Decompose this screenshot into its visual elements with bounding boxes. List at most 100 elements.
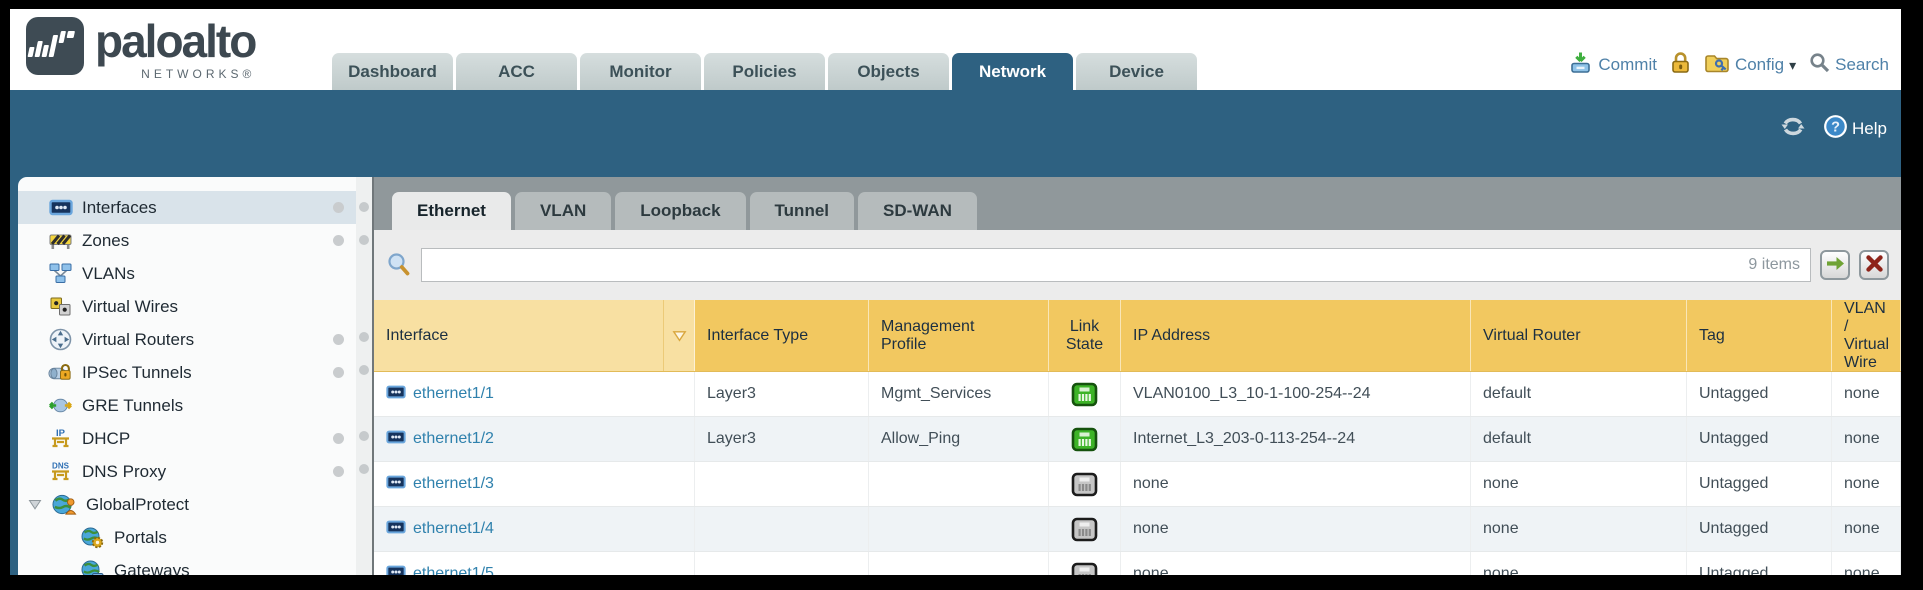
subtab-ethernet[interactable]: Ethernet — [392, 192, 511, 230]
subtab-tunnel[interactable]: Tunnel — [750, 192, 854, 230]
content-area: InterfacesZonesVLANsVirtual WiresVirtual… — [10, 177, 1901, 575]
status-dot — [333, 433, 344, 444]
splitter-grip-dot — [359, 365, 369, 375]
tab-acc[interactable]: ACC — [456, 53, 577, 90]
cell-tag: Untagged — [1687, 462, 1832, 506]
column-header-virtual-router[interactable]: Virtual Router — [1471, 300, 1687, 371]
banner-actions: ? Help — [1779, 114, 1887, 144]
status-dot — [333, 367, 344, 378]
column-header-link-state[interactable]: Link State — [1049, 300, 1121, 371]
subtab-sd-wan[interactable]: SD-WAN — [858, 192, 977, 230]
help-icon: ? — [1823, 114, 1848, 144]
sidebar-item-vlans[interactable]: VLANs — [18, 257, 356, 290]
gateways-icon — [80, 559, 105, 576]
column-label: Tag — [1699, 327, 1725, 345]
interface-link[interactable]: ethernet1/4 — [413, 520, 494, 538]
apply-filter-button[interactable] — [1820, 250, 1850, 280]
status-dot — [333, 235, 344, 246]
config-menu[interactable]: Config ▾ — [1704, 52, 1796, 79]
column-label: Interface Type — [707, 327, 808, 345]
app-window: paloalto NETWORKS® DashboardACCMonitorPo… — [10, 9, 1901, 575]
red-x-icon — [1866, 255, 1883, 275]
table-header-row: Interface Interface Type Management Profil… — [374, 300, 1901, 372]
table-row[interactable]: ethernet1/2Layer3Allow_PingInternet_L3_2… — [374, 417, 1901, 462]
table-row[interactable]: ethernet1/4nonenoneUntaggednone — [374, 507, 1901, 552]
paloalto-logo-icon — [26, 17, 84, 75]
commit-button[interactable]: Commit — [1568, 51, 1657, 79]
sidebar-item-interfaces[interactable]: Interfaces — [18, 191, 356, 224]
column-header-interface-type[interactable]: Interface Type — [695, 300, 869, 371]
help-button[interactable]: ? Help — [1823, 114, 1887, 144]
subtab-vlan[interactable]: VLAN — [515, 192, 611, 230]
column-header-management-profile[interactable]: Management Profile — [869, 300, 1049, 371]
filter-toolbar: 9 items — [374, 230, 1901, 300]
expander-down-icon[interactable] — [28, 499, 43, 510]
cell-ip-address: VLAN0100_L3_10-1-100-254--24 — [1121, 372, 1471, 416]
cell-management-profile — [869, 462, 1049, 506]
sidebar-item-globalprotect[interactable]: GlobalProtect — [18, 488, 356, 521]
virtual-routers-icon — [48, 328, 73, 352]
search-label: Search — [1835, 55, 1889, 75]
column-header-tag[interactable]: Tag — [1687, 300, 1832, 371]
link-up-icon[interactable] — [1071, 427, 1098, 452]
search-icon — [1809, 52, 1830, 78]
column-header-ip-address[interactable]: IP Address — [1121, 300, 1471, 371]
table-body: ethernet1/1Layer3Mgmt_ServicesVLAN0100_L… — [374, 372, 1901, 575]
splitter-grip-dot — [359, 431, 369, 441]
clear-filter-button[interactable] — [1859, 250, 1889, 280]
interface-link[interactable]: ethernet1/1 — [413, 385, 494, 403]
chevron-down-icon: ▾ — [1789, 57, 1796, 74]
link-up-icon[interactable] — [1071, 382, 1098, 407]
brand-logo: paloalto NETWORKS® — [26, 17, 255, 81]
sidebar-splitter[interactable] — [356, 177, 372, 575]
interface-link[interactable]: ethernet1/2 — [413, 430, 494, 448]
tab-policies[interactable]: Policies — [704, 53, 825, 90]
sidebar-item-zones[interactable]: Zones — [18, 224, 356, 257]
link-down-icon[interactable] — [1071, 472, 1098, 497]
sidebar-item-dhcp[interactable]: IPDHCP — [18, 422, 356, 455]
table-row[interactable]: ethernet1/5nonenoneUntaggednone — [374, 552, 1901, 575]
subtab-loopback[interactable]: Loopback — [615, 192, 745, 230]
sidebar-item-virtual-routers[interactable]: Virtual Routers — [18, 323, 356, 356]
filter-input[interactable] — [432, 256, 1748, 275]
sidebar-item-label: IPSec Tunnels — [82, 363, 192, 383]
table-row[interactable]: ethernet1/3nonenoneUntaggednone — [374, 462, 1901, 507]
ethernet-port-icon — [386, 430, 406, 449]
sidebar-item-gre-tunnels[interactable]: GRE Tunnels — [18, 389, 356, 422]
column-header-interface[interactable]: Interface — [374, 300, 695, 371]
sidebar-item-gateways[interactable]: Gateways — [18, 554, 356, 575]
config-icon — [1704, 52, 1730, 79]
interface-link[interactable]: ethernet1/5 — [413, 565, 494, 575]
refresh-icon[interactable] — [1779, 115, 1807, 143]
interface-link[interactable]: ethernet1/3 — [413, 475, 494, 493]
sidebar-item-label: Gateways — [114, 561, 190, 576]
ethernet-port-icon — [386, 475, 406, 494]
sidebar-item-dns-proxy[interactable]: DNS DNS Proxy — [18, 455, 356, 488]
sort-dropdown-icon[interactable] — [663, 300, 694, 371]
column-header-vlan-virtual-wire[interactable]: VLAN / Virtual Wire — [1832, 300, 1901, 371]
tab-network[interactable]: Network — [952, 53, 1073, 90]
search-button[interactable]: Search — [1809, 52, 1889, 78]
sidebar-item-portals[interactable]: Portals — [18, 521, 356, 554]
dns-proxy-icon: DNS — [48, 460, 73, 484]
lock-icon[interactable] — [1670, 51, 1691, 79]
interfaces-icon — [48, 196, 73, 220]
splitter-grip-dot — [359, 202, 369, 212]
status-dot — [333, 334, 344, 345]
cell-interface-type — [695, 507, 869, 551]
brand-subtitle: NETWORKS® — [141, 67, 255, 81]
table-row[interactable]: ethernet1/1Layer3Mgmt_ServicesVLAN0100_L… — [374, 372, 1901, 417]
sidebar-item-virtual-wires[interactable]: Virtual Wires — [18, 290, 356, 323]
tab-dashboard[interactable]: Dashboard — [332, 53, 453, 90]
link-down-icon[interactable] — [1071, 517, 1098, 542]
sidebar-item-label: DNS Proxy — [82, 462, 166, 482]
tab-device[interactable]: Device — [1076, 53, 1197, 90]
sidebar-item-ipsec-tunnels[interactable]: IPSec Tunnels — [18, 356, 356, 389]
link-down-icon[interactable] — [1071, 562, 1098, 576]
sidebar-item-label: Zones — [82, 231, 129, 251]
sidebar-item-label: Portals — [114, 528, 167, 548]
vlans-icon — [48, 262, 73, 286]
tab-monitor[interactable]: Monitor — [580, 53, 701, 90]
tab-objects[interactable]: Objects — [828, 53, 949, 90]
sidebar-item-label: Interfaces — [82, 198, 157, 218]
